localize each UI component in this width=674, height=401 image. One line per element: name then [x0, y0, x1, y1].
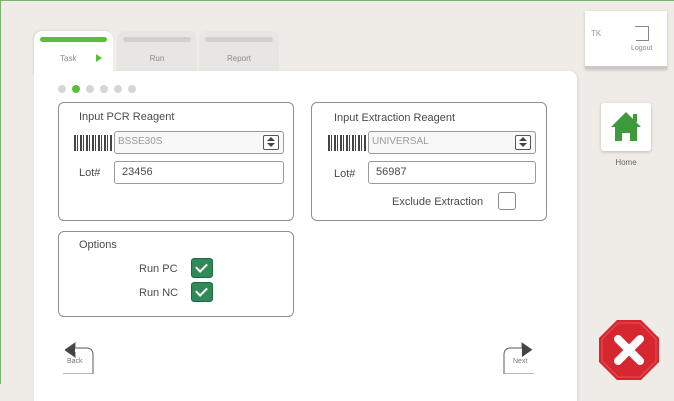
back-label: Back	[67, 358, 83, 365]
close-icon	[599, 320, 659, 380]
user-initials: TK	[591, 29, 602, 38]
logout-icon[interactable]	[635, 26, 649, 41]
pcr-lot-label: Lot#	[79, 167, 101, 179]
extraction-reagent-box: Input Extraction Reagent UNIVERSAL Lot# …	[311, 102, 547, 221]
run-nc-checkbox[interactable]	[191, 282, 213, 302]
next-arrow-icon	[503, 341, 534, 375]
step-dot-2	[72, 85, 80, 93]
tab-task-indicator	[40, 37, 107, 42]
home-icon	[611, 112, 641, 141]
step-dot-6	[128, 85, 136, 93]
step-dot-4	[100, 85, 108, 93]
step-dot-5	[114, 85, 122, 93]
tab-report[interactable]: Report	[199, 31, 279, 73]
step-dot-3	[86, 85, 94, 93]
tab-report-label: Report	[226, 54, 251, 63]
run-pc-label: Run PC	[139, 263, 178, 275]
tab-task-label: Task	[60, 54, 77, 63]
pcr-reagent-select[interactable]: BSSE30S	[114, 131, 284, 154]
run-pc-checkbox[interactable]	[191, 258, 213, 278]
tab-task[interactable]: Task	[34, 31, 113, 75]
select-spinner-icon[interactable]	[515, 135, 531, 150]
step-indicator	[58, 85, 136, 93]
extraction-reagent-select[interactable]: UNIVERSAL	[368, 131, 536, 154]
tab-run[interactable]: Run	[117, 31, 197, 73]
extraction-lot-value: 56987	[376, 166, 407, 178]
tab-run-label: Run	[149, 54, 165, 63]
exclude-extraction-label: Exclude Extraction	[392, 196, 484, 208]
user-panel-divider	[585, 66, 667, 69]
extraction-reagent-value: UNIVERSAL	[372, 136, 429, 147]
back-arrow-icon	[63, 341, 94, 375]
run-nc-label: Run NC	[139, 287, 179, 299]
tab-report-indicator	[205, 37, 273, 42]
pcr-reagent-title: Input PCR Reagent	[79, 111, 175, 123]
select-spinner-icon[interactable]	[263, 135, 279, 150]
home-label: Home	[615, 158, 637, 167]
next-button[interactable]: Next	[501, 340, 537, 375]
barcode-icon	[328, 135, 366, 151]
back-button[interactable]: Back	[60, 340, 96, 375]
extraction-lot-input[interactable]: 56987	[368, 161, 536, 184]
extraction-lot-label: Lot#	[334, 168, 356, 180]
user-panel: TK Logout	[585, 11, 667, 69]
home-button[interactable]	[601, 103, 651, 151]
logout-label[interactable]: Logout	[631, 45, 652, 52]
options-box: Options Run PC Run NC	[58, 231, 294, 317]
pcr-lot-value: 23456	[122, 166, 153, 178]
tab-run-indicator	[123, 37, 191, 42]
pcr-lot-input[interactable]: 23456	[114, 161, 284, 184]
step-dot-1	[58, 85, 66, 93]
pcr-reagent-box: Input PCR Reagent BSSE30S Lot# 23456	[58, 102, 294, 221]
extraction-reagent-title: Input Extraction Reagent	[334, 112, 456, 124]
frame-border-left	[0, 0, 1, 384]
barcode-icon	[74, 135, 112, 151]
options-title: Options	[79, 239, 117, 251]
exclude-extraction-checkbox[interactable]	[498, 192, 516, 210]
pcr-reagent-value: BSSE30S	[118, 136, 163, 147]
play-icon	[96, 54, 102, 62]
frame-border-top	[0, 0, 674, 1]
cancel-button[interactable]	[597, 318, 661, 382]
next-label: Next	[513, 358, 528, 365]
